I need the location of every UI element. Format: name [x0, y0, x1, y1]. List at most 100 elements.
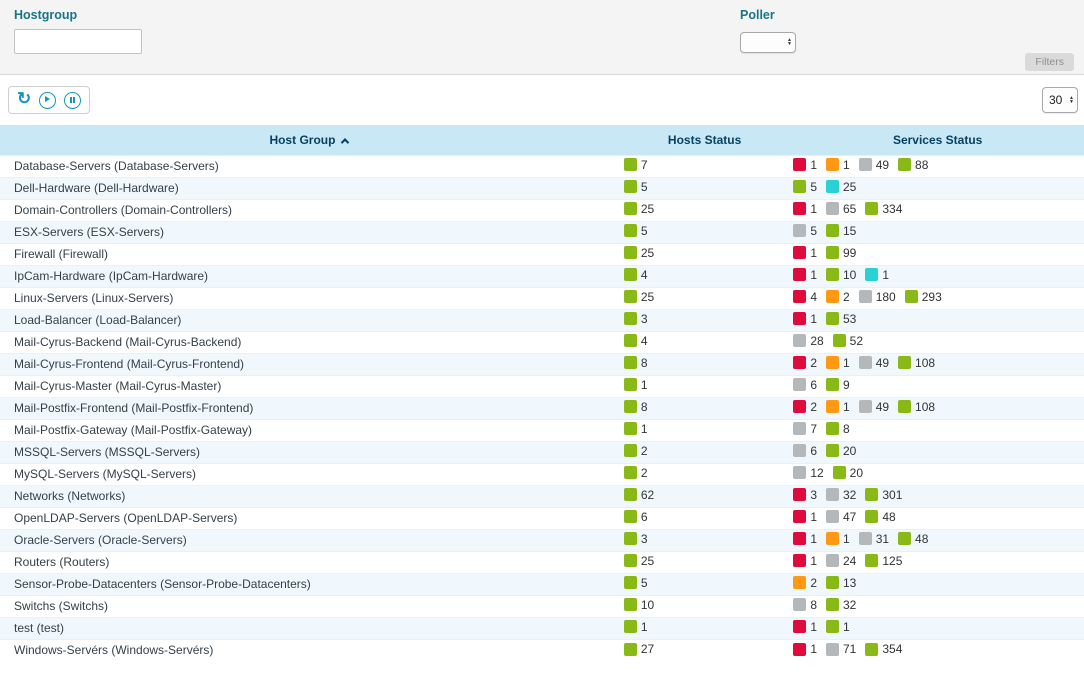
red-status-badge[interactable]: 1 [793, 510, 817, 524]
green-status-badge[interactable]: 125 [865, 554, 902, 568]
green-status-badge[interactable]: 9 [826, 378, 850, 392]
red-status-badge[interactable]: 2 [793, 356, 817, 370]
green-status-badge[interactable]: 5 [624, 180, 648, 194]
gray-status-badge[interactable]: 7 [793, 422, 817, 436]
green-status-badge[interactable]: 15 [826, 224, 856, 238]
green-status-badge[interactable]: 2 [624, 466, 648, 480]
column-header-services-status[interactable]: Services Status [791, 125, 1084, 155]
gray-status-badge[interactable]: 31 [859, 532, 889, 546]
gray-status-badge[interactable]: 6 [793, 444, 817, 458]
hostgroup-name[interactable]: Mail-Cyrus-Frontend (Mail-Cyrus-Frontend… [14, 357, 244, 371]
gray-status-badge[interactable]: 5 [793, 224, 817, 238]
orange-status-badge[interactable]: 1 [826, 532, 850, 546]
column-header-host-group[interactable]: Host Group [0, 125, 618, 155]
hostgroup-name[interactable]: MySQL-Servers (MySQL-Servers) [14, 467, 196, 481]
orange-status-badge[interactable]: 1 [826, 158, 850, 172]
green-status-badge[interactable]: 10 [826, 268, 856, 282]
hostgroup-name[interactable]: OpenLDAP-Servers (OpenLDAP-Servers) [14, 511, 237, 525]
gray-status-badge[interactable]: 65 [826, 202, 856, 216]
green-status-badge[interactable]: 5 [793, 180, 817, 194]
red-status-badge[interactable]: 1 [793, 620, 817, 634]
gray-status-badge[interactable]: 24 [826, 554, 856, 568]
hostgroup-name[interactable]: Domain-Controllers (Domain-Controllers) [14, 203, 232, 217]
red-status-badge[interactable]: 1 [793, 312, 817, 326]
green-status-badge[interactable]: 3 [624, 312, 648, 326]
red-status-badge[interactable]: 1 [793, 158, 817, 172]
hostgroup-name[interactable]: Oracle-Servers (Oracle-Servers) [14, 533, 187, 547]
green-status-badge[interactable]: 4 [624, 334, 648, 348]
orange-status-badge[interactable]: 2 [793, 576, 817, 590]
hostgroup-name[interactable]: Linux-Servers (Linux-Servers) [14, 291, 173, 305]
green-status-badge[interactable]: 334 [865, 202, 902, 216]
cyan-status-badge[interactable]: 25 [826, 180, 856, 194]
filters-tab[interactable]: Filters [1025, 53, 1074, 71]
green-status-badge[interactable]: 25 [624, 246, 654, 260]
green-status-badge[interactable]: 25 [624, 202, 654, 216]
cyan-status-badge[interactable]: 1 [865, 268, 889, 282]
green-status-badge[interactable]: 20 [833, 466, 863, 480]
hostgroup-name[interactable]: MSSQL-Servers (MSSQL-Servers) [14, 445, 200, 459]
red-status-badge[interactable]: 4 [793, 290, 817, 304]
green-status-badge[interactable]: 1 [624, 378, 648, 392]
gray-status-badge[interactable]: 49 [859, 158, 889, 172]
green-status-badge[interactable]: 52 [833, 334, 863, 348]
hostgroup-name[interactable]: Firewall (Firewall) [14, 247, 108, 261]
gray-status-badge[interactable]: 6 [793, 378, 817, 392]
gray-status-badge[interactable]: 180 [859, 290, 896, 304]
red-status-badge[interactable]: 3 [793, 488, 817, 502]
green-status-badge[interactable]: 20 [826, 444, 856, 458]
hostgroup-name[interactable]: Sensor-Probe-Datacenters (Sensor-Probe-D… [14, 577, 311, 591]
green-status-badge[interactable]: 25 [624, 554, 654, 568]
red-status-badge[interactable]: 2 [793, 400, 817, 414]
hostgroup-name[interactable]: Dell-Hardware (Dell-Hardware) [14, 181, 179, 195]
green-status-badge[interactable]: 13 [826, 576, 856, 590]
gray-status-badge[interactable]: 8 [793, 598, 817, 612]
gray-status-badge[interactable]: 49 [859, 400, 889, 414]
play-icon[interactable] [39, 92, 56, 109]
hostgroup-name[interactable]: Networks (Networks) [14, 489, 125, 503]
green-status-badge[interactable]: 301 [865, 488, 902, 502]
green-status-badge[interactable]: 10 [624, 598, 654, 612]
poller-select[interactable]: ▲▼ [740, 32, 796, 53]
hostgroup-name[interactable]: Switchs (Switchs) [14, 599, 108, 613]
green-status-badge[interactable]: 6 [624, 510, 648, 524]
green-status-badge[interactable]: 1 [826, 620, 850, 634]
green-status-badge[interactable]: 48 [865, 510, 895, 524]
green-status-badge[interactable]: 1 [624, 620, 648, 634]
red-status-badge[interactable]: 1 [793, 246, 817, 260]
hostgroup-name[interactable]: Mail-Postfix-Frontend (Mail-Postfix-Fron… [14, 401, 253, 415]
gray-status-badge[interactable]: 32 [826, 488, 856, 502]
green-status-badge[interactable]: 1 [624, 422, 648, 436]
hostgroup-name[interactable]: IpCam-Hardware (IpCam-Hardware) [14, 269, 208, 283]
red-status-badge[interactable]: 1 [793, 554, 817, 568]
green-status-badge[interactable]: 62 [624, 488, 654, 502]
gray-status-badge[interactable]: 49 [859, 356, 889, 370]
green-status-badge[interactable]: 108 [898, 400, 935, 414]
gray-status-badge[interactable]: 47 [826, 510, 856, 524]
green-status-badge[interactable]: 108 [898, 356, 935, 370]
green-status-badge[interactable]: 3 [624, 532, 648, 546]
green-status-badge[interactable]: 88 [898, 158, 928, 172]
hostgroup-name[interactable]: Load-Balancer (Load-Balancer) [14, 313, 181, 327]
gray-status-badge[interactable]: 28 [793, 334, 823, 348]
green-status-badge[interactable]: 7 [624, 158, 648, 172]
green-status-badge[interactable]: 32 [826, 598, 856, 612]
hostgroup-name[interactable]: ESX-Servers (ESX-Servers) [14, 225, 164, 239]
red-status-badge[interactable]: 1 [793, 202, 817, 216]
pause-icon[interactable] [64, 92, 81, 109]
green-status-badge[interactable]: 354 [865, 642, 902, 656]
green-status-badge[interactable]: 8 [624, 400, 648, 414]
green-status-badge[interactable]: 8 [624, 356, 648, 370]
gray-status-badge[interactable]: 12 [793, 466, 823, 480]
hostgroup-name[interactable]: Windows-Servérs (Windows-Servérs) [14, 643, 213, 657]
hostgroup-name[interactable]: Mail-Cyrus-Master (Mail-Cyrus-Master) [14, 379, 221, 393]
green-status-badge[interactable]: 8 [826, 422, 850, 436]
orange-status-badge[interactable]: 1 [826, 400, 850, 414]
hostgroup-name[interactable]: Mail-Cyrus-Backend (Mail-Cyrus-Backend) [14, 335, 241, 349]
hostgroup-name[interactable]: test (test) [14, 621, 64, 635]
hostgroup-name[interactable]: Database-Servers (Database-Servers) [14, 159, 219, 173]
orange-status-badge[interactable]: 2 [826, 290, 850, 304]
green-status-badge[interactable]: 5 [624, 224, 648, 238]
green-status-badge[interactable]: 27 [624, 642, 654, 656]
green-status-badge[interactable]: 99 [826, 246, 856, 260]
